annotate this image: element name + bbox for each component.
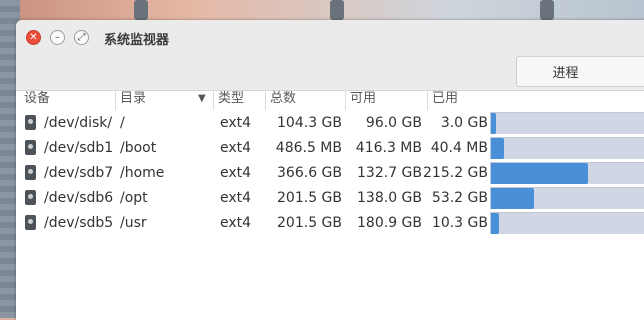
minimize-button[interactable]: –: [50, 30, 65, 45]
background-pole: [330, 0, 344, 20]
cell-total: 201.5 GB: [277, 215, 342, 231]
cell-mount: /home: [120, 165, 165, 181]
cell-mount: /usr: [120, 215, 147, 231]
usage-bar: [490, 137, 644, 159]
cell-used: 3.0 GB: [440, 115, 488, 131]
usage-bar-fill: [491, 163, 589, 184]
cell-total: 486.5 MB: [275, 140, 342, 156]
cell-available: 416.3 MB: [355, 140, 422, 156]
column-header-used[interactable]: 已用: [428, 90, 644, 110]
drive-icon: [25, 215, 36, 230]
usage-bar-fill: [491, 213, 500, 234]
cell-mount: /boot: [120, 140, 157, 156]
drive-icon: [25, 190, 36, 205]
close-button[interactable]: ✕: [26, 30, 41, 45]
cell-used: 10.3 GB: [431, 215, 488, 231]
cell-device: /dev/sdb5: [44, 215, 114, 231]
cell-device: /dev/sdb1: [44, 140, 114, 156]
window-title: 系统监视器: [104, 33, 170, 48]
column-header-device[interactable]: 设备: [20, 90, 116, 110]
sort-descending-icon: ▼: [198, 93, 206, 104]
titlebar: ✕ – ⤢ 系统监视器: [16, 20, 644, 57]
maximize-icon: ⤢: [77, 31, 86, 43]
cell-type: ext4: [220, 215, 252, 231]
system-monitor-window: ✕ – ⤢ 系统监视器 进程 设备 目录 ▼ 类型 总数 可用 已用 /dev/…: [16, 20, 644, 320]
usage-bar: [490, 212, 644, 234]
usage-bar: [490, 162, 644, 184]
column-header-total[interactable]: 总数: [266, 90, 346, 110]
cell-mount: /opt: [120, 190, 148, 206]
background-pole: [134, 0, 148, 20]
cell-available: 96.0 GB: [365, 115, 422, 131]
minimize-icon: –: [55, 31, 60, 43]
background-pole: [540, 0, 554, 20]
usage-bar: [490, 187, 644, 209]
cell-device: /dev/disk/: [44, 115, 113, 131]
drive-icon: [25, 115, 36, 130]
table-header: 设备 目录 ▼ 类型 总数 可用 已用: [16, 90, 644, 110]
table-row[interactable]: /dev/sdb6 /opt ext4 201.5 GB 138.0 GB 53…: [16, 185, 644, 211]
close-icon: ✕: [29, 31, 38, 43]
usage-bar-fill: [491, 138, 505, 159]
usage-bar: [490, 112, 644, 134]
cell-available: 138.0 GB: [357, 190, 422, 206]
column-header-available[interactable]: 可用: [346, 90, 428, 110]
column-header-mount-label: 目录: [120, 91, 147, 106]
cell-type: ext4: [220, 165, 252, 181]
cell-used: 53.2 GB: [431, 190, 488, 206]
cell-device: /dev/sdb6: [44, 190, 114, 206]
column-header-type[interactable]: 类型: [214, 90, 266, 110]
table-row[interactable]: /dev/sdb5 /usr ext4 201.5 GB 180.9 GB 10…: [16, 210, 644, 236]
table-row[interactable]: /dev/sdb1 /boot ext4 486.5 MB 416.3 MB 4…: [16, 135, 644, 161]
cell-device: /dev/sdb7: [44, 165, 114, 181]
drive-icon: [25, 165, 36, 180]
maximize-button[interactable]: ⤢: [74, 30, 89, 45]
cell-total: 104.3 GB: [277, 115, 342, 131]
toolbar: 进程: [16, 56, 644, 91]
cell-available: 132.7 GB: [357, 165, 422, 181]
cell-used: 215.2 GB: [423, 165, 488, 181]
table-row[interactable]: /dev/sdb7 /home ext4 366.6 GB 132.7 GB 2…: [16, 160, 644, 186]
usage-bar-fill: [491, 188, 534, 209]
desktop-background: [0, 0, 644, 20]
cell-available: 180.9 GB: [357, 215, 422, 231]
cell-used: 40.4 MB: [430, 140, 488, 156]
cell-total: 201.5 GB: [277, 190, 342, 206]
table-row[interactable]: /dev/disk/ / ext4 104.3 GB 96.0 GB 3.0 G…: [16, 110, 644, 136]
tab-processes[interactable]: 进程: [516, 56, 644, 87]
cell-mount: /: [120, 115, 125, 131]
cell-type: ext4: [220, 115, 252, 131]
cell-type: ext4: [220, 190, 252, 206]
cell-type: ext4: [220, 140, 252, 156]
cell-total: 366.6 GB: [277, 165, 342, 181]
usage-bar-fill: [491, 113, 496, 134]
drive-icon: [25, 140, 36, 155]
